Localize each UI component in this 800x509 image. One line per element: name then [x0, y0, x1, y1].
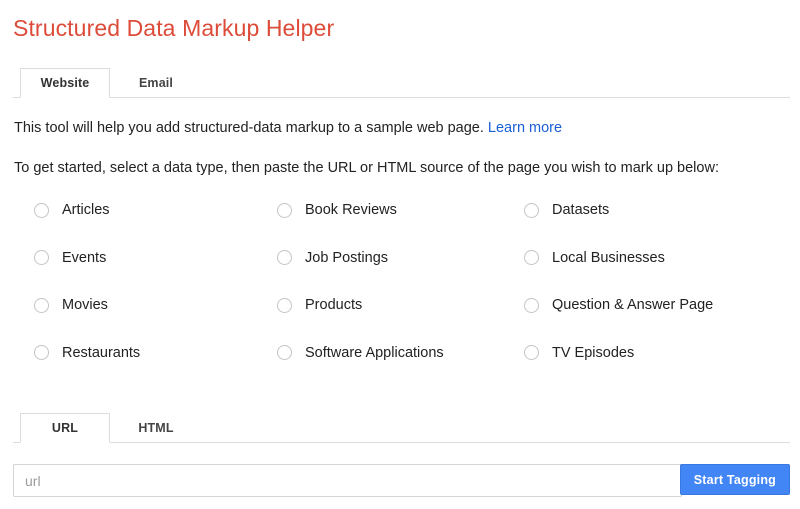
radio-option-articles[interactable]: Articles: [34, 198, 110, 222]
radio-circle-icon[interactable]: [277, 202, 292, 218]
radio-label: Products: [305, 297, 363, 313]
structured-data-markup-helper-page: Structured Data Markup Helper Website Em…: [0, 0, 800, 509]
radio-circle-icon[interactable]: [524, 250, 539, 265]
radio-option-tv-episodes[interactable]: TV Episodes: [524, 341, 634, 365]
data-type-row: Articles Book Reviews Datasets: [0, 198, 800, 246]
radio-circle-icon[interactable]: [277, 297, 292, 313]
radio-label: Movies: [62, 297, 108, 313]
page-title: Structured Data Markup Helper: [13, 15, 335, 41]
radio-label: Question & Answer Page: [552, 297, 714, 313]
input-mode-tabs: URL HTML: [13, 413, 790, 443]
radio-label: Restaurants: [62, 344, 141, 361]
tab-website[interactable]: Website: [20, 68, 110, 98]
radio-circle-icon[interactable]: [524, 345, 539, 360]
radio-option-software-applications[interactable]: Software Applications: [277, 341, 444, 365]
radio-circle-icon[interactable]: [524, 202, 539, 218]
radio-label: Events: [62, 249, 107, 266]
tab-html[interactable]: HTML: [118, 413, 194, 443]
instruction-text: To get started, select a data type, then…: [14, 160, 719, 176]
radio-option-job-postings[interactable]: Job Postings: [277, 246, 388, 270]
radio-label: Articles: [62, 202, 110, 218]
radio-option-question-answer-page[interactable]: Question & Answer Page: [524, 293, 713, 317]
tab-url[interactable]: URL: [20, 413, 110, 443]
data-type-options: Articles Book Reviews Datasets Events Jo…: [0, 198, 800, 388]
intro-text: This tool will help you add structured-d…: [14, 118, 562, 138]
radio-label: Local Businesses: [552, 249, 665, 266]
radio-option-book-reviews[interactable]: Book Reviews: [277, 198, 397, 222]
data-type-row: Restaurants Software Applications TV Epi…: [0, 341, 800, 389]
radio-circle-icon[interactable]: [34, 202, 49, 218]
radio-option-products[interactable]: Products: [277, 293, 362, 317]
radio-circle-icon[interactable]: [277, 345, 292, 360]
radio-option-movies[interactable]: Movies: [34, 293, 108, 317]
radio-circle-icon[interactable]: [34, 250, 49, 265]
url-submit-row: Start Tagging: [13, 464, 790, 497]
data-type-row: Movies Products Question & Answer Page: [0, 293, 800, 341]
learn-more-link[interactable]: Learn more: [488, 120, 562, 136]
data-type-row: Events Job Postings Local Businesses: [0, 246, 800, 294]
radio-label: TV Episodes: [552, 344, 635, 361]
radio-option-local-businesses[interactable]: Local Businesses: [524, 246, 665, 270]
radio-label: Datasets: [552, 202, 610, 218]
radio-option-restaurants[interactable]: Restaurants: [34, 341, 140, 365]
tab-email[interactable]: Email: [118, 68, 194, 98]
radio-option-datasets[interactable]: Datasets: [524, 198, 609, 222]
radio-circle-icon[interactable]: [524, 297, 539, 313]
intro-sentence: This tool will help you add structured-d…: [14, 120, 484, 136]
radio-circle-icon[interactable]: [34, 345, 49, 360]
radio-circle-icon[interactable]: [34, 297, 49, 313]
radio-circle-icon[interactable]: [277, 250, 292, 265]
url-input[interactable]: [13, 464, 682, 497]
radio-option-events[interactable]: Events: [34, 246, 106, 270]
radio-label: Book Reviews: [305, 202, 397, 218]
radio-label: Job Postings: [305, 249, 389, 266]
source-tabs: Website Email: [13, 68, 790, 98]
radio-label: Software Applications: [305, 344, 444, 361]
start-tagging-button[interactable]: Start Tagging: [679, 464, 790, 495]
